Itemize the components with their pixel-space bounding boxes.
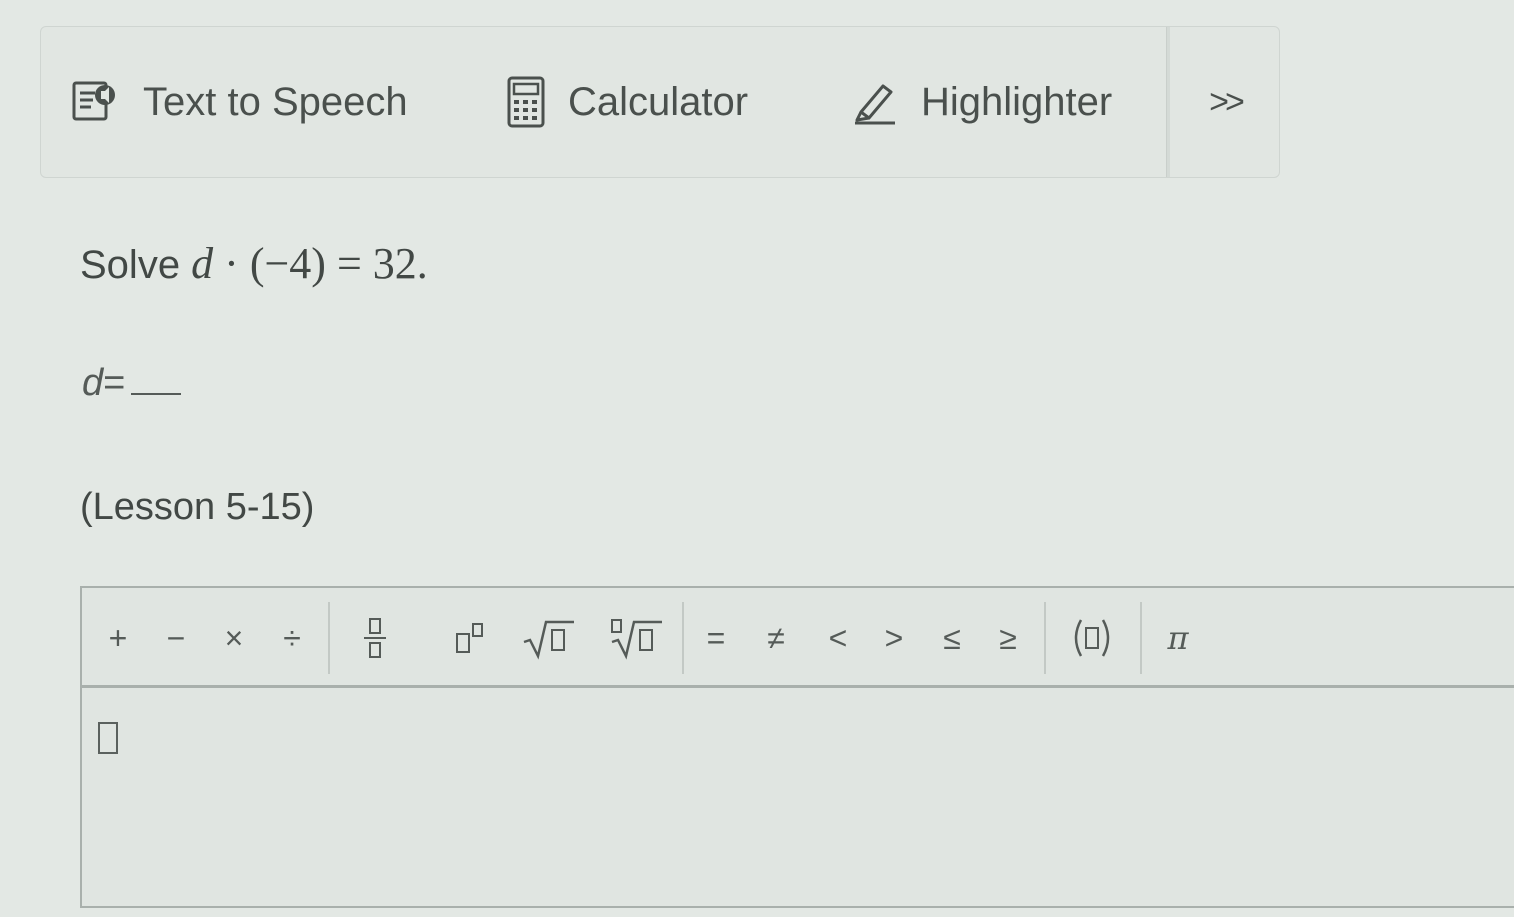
equals-button[interactable]: = <box>696 588 736 688</box>
nth-root-icon <box>611 619 662 660</box>
answer-blank[interactable] <box>131 365 182 395</box>
answer-input-placeholder[interactable] <box>98 722 118 754</box>
exponent-button[interactable] <box>444 588 494 688</box>
highlighter-button[interactable]: Highlighter <box>851 27 1112 177</box>
minus-button[interactable]: − <box>156 588 196 688</box>
palette-separator <box>328 602 330 674</box>
palette-separator <box>682 602 684 674</box>
lesson-reference: (Lesson 5-15) <box>80 486 315 528</box>
calculator-label: Calculator <box>568 79 749 124</box>
page: Text to Speech Calculator Highlighter >>… <box>0 0 1514 917</box>
text-to-speech-label: Text to Speech <box>143 79 408 124</box>
pi-button[interactable]: π <box>1158 588 1198 688</box>
question-text: Solve d · (−4) = 32. <box>80 238 428 289</box>
greater-than-button[interactable]: > <box>874 588 914 688</box>
palette-separator <box>1044 602 1046 674</box>
calculator-icon <box>507 76 545 128</box>
answer-variable: d <box>82 362 104 404</box>
more-tools-button[interactable]: >> <box>1171 27 1279 177</box>
calculator-button[interactable]: Calculator <box>506 27 748 177</box>
parentheses-button[interactable] <box>1064 588 1120 688</box>
text-to-speech-icon <box>72 81 115 121</box>
text-to-speech-button[interactable]: Text to Speech <box>71 27 408 177</box>
square-root-button[interactable] <box>516 588 580 688</box>
less-than-button[interactable]: < <box>818 588 858 688</box>
math-palette: + − × ÷ = ≠ < > ≤ ≥ π <box>82 588 1514 688</box>
question-equation: · (−4) = 32. <box>213 239 428 288</box>
question-variable: d <box>191 239 214 288</box>
toolbar-divider <box>1166 27 1170 177</box>
fraction-button[interactable] <box>352 588 398 688</box>
nth-root-button[interactable] <box>604 588 668 688</box>
exponent-icon <box>456 623 483 653</box>
greater-equal-button[interactable]: ≥ <box>988 588 1028 688</box>
less-equal-button[interactable]: ≤ <box>932 588 972 688</box>
highlighter-label: Highlighter <box>921 79 1113 124</box>
square-root-icon <box>523 620 574 660</box>
answer-equals: = <box>103 362 126 404</box>
question-prefix: Solve <box>80 243 192 287</box>
divide-button[interactable]: ÷ <box>272 588 312 688</box>
answer-prompt: d= <box>82 362 182 405</box>
not-equal-button[interactable]: ≠ <box>756 588 796 688</box>
tools-toolbar: Text to Speech Calculator Highlighter >> <box>40 26 1280 178</box>
palette-separator <box>1140 602 1142 674</box>
times-button[interactable]: × <box>214 588 254 688</box>
plus-button[interactable]: + <box>98 588 138 688</box>
highlighter-icon <box>855 84 895 125</box>
parentheses-icon <box>1074 619 1110 657</box>
fraction-icon <box>364 618 386 658</box>
math-editor: + − × ÷ = ≠ < > ≤ ≥ π <box>80 586 1514 908</box>
